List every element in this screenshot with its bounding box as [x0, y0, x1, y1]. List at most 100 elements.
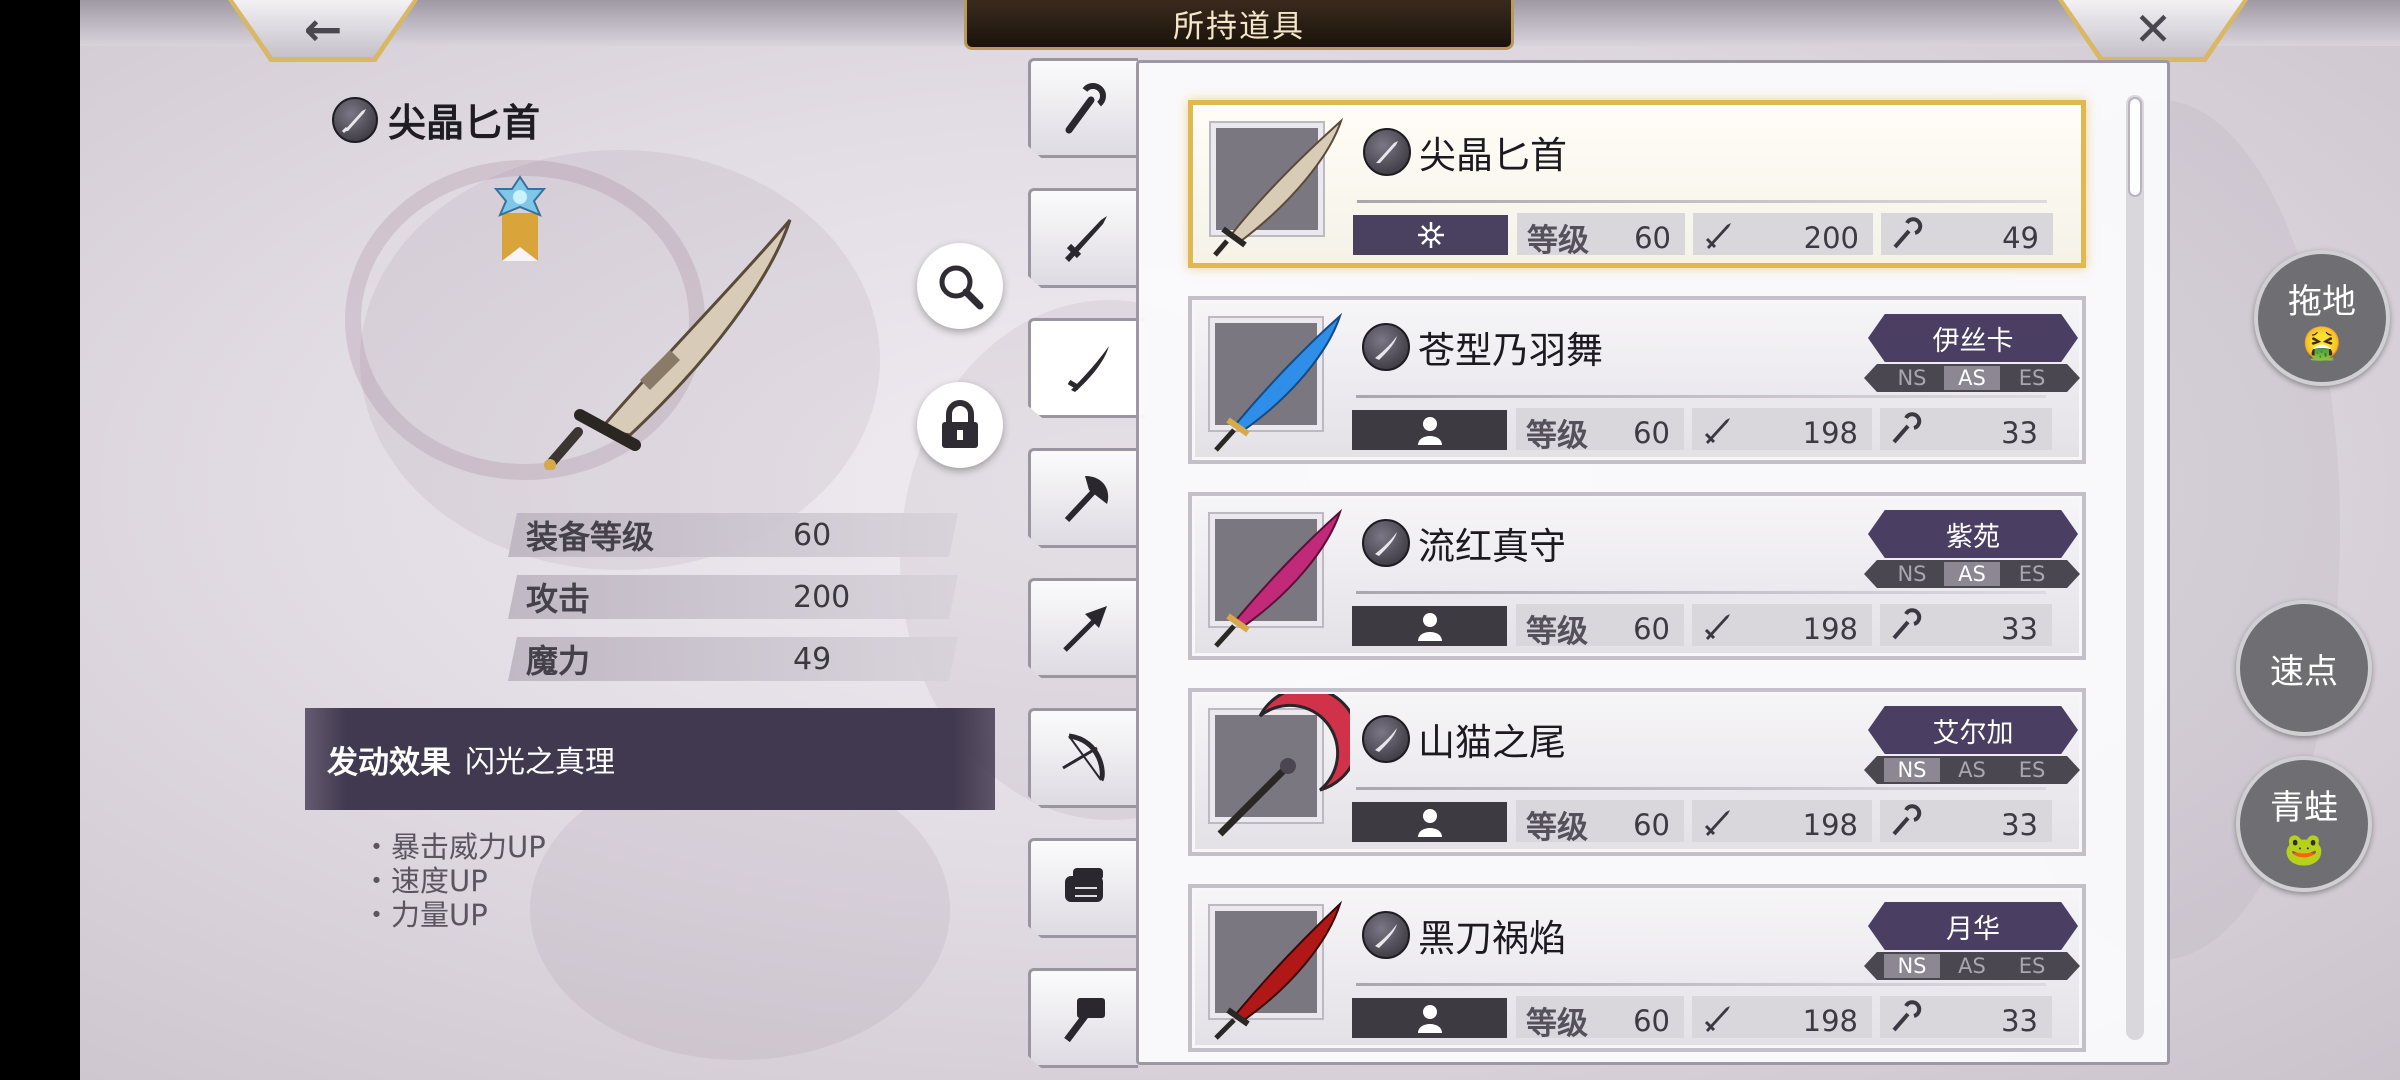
- level-label: 等级: [1527, 223, 1589, 259]
- effect-list-item: ・速度UP: [362, 864, 488, 898]
- tab-hammer[interactable]: [1028, 968, 1138, 1068]
- katana-icon: [1362, 715, 1410, 763]
- tab-bow[interactable]: [1028, 708, 1138, 808]
- katana-icon: [1362, 323, 1410, 371]
- style-as: AS: [1958, 954, 1986, 978]
- level-box: 等级 60: [1517, 213, 1685, 259]
- attack-box: 198: [1692, 996, 1872, 1038]
- magic-staff-icon: [1892, 804, 1922, 836]
- magic-staff-icon: [1893, 217, 1923, 249]
- divider: [1356, 395, 2046, 398]
- unit-badge: [1352, 802, 1507, 842]
- person-icon: [1417, 809, 1442, 837]
- weapon-artwork: [544, 219, 792, 470]
- magic-value: 33: [2001, 808, 2038, 842]
- scrollbar-thumb[interactable]: [2128, 97, 2142, 197]
- zoom-button[interactable]: [917, 243, 1003, 329]
- axe-icon: [1064, 476, 1108, 523]
- tab-spear[interactable]: [1028, 578, 1138, 678]
- tab-axe[interactable]: [1028, 448, 1138, 548]
- divider: [1356, 787, 2046, 790]
- attack-value: 198: [1802, 612, 1858, 646]
- style-as: AS: [1958, 758, 1986, 782]
- level-value: 60: [1634, 221, 1671, 255]
- item-name: 山猫之尾: [1418, 721, 1566, 764]
- unit-badge: [1352, 998, 1507, 1038]
- style-es: ES: [2018, 954, 2046, 978]
- unit-badge: [1352, 410, 1507, 450]
- attack-box: 198: [1692, 604, 1872, 646]
- weapon-thumbnail-art: [1214, 312, 1343, 452]
- style-es: ES: [2018, 562, 2046, 586]
- stat-row-attack: 攻击 200: [508, 575, 958, 619]
- level-label: 等级: [1526, 810, 1588, 846]
- divider: [1357, 200, 2047, 203]
- owner-name: 伊丝卡: [1932, 325, 2014, 357]
- nauseated-face-icon: 🤮: [2302, 323, 2342, 362]
- weapon-thumbnail-art: [1217, 694, 1350, 837]
- effect-label: 发动效果: [327, 744, 451, 781]
- tab-staff[interactable]: [1028, 58, 1138, 158]
- style-indicator: NS AS ES: [1864, 756, 2080, 784]
- stat-label: 装备等级: [526, 518, 655, 556]
- magic-box: 33: [1880, 800, 2052, 842]
- weapon-thumbnail-art: [1213, 117, 1344, 257]
- magic-staff-icon: [1892, 608, 1922, 640]
- magnifier-icon: [939, 265, 984, 310]
- item-name: 苍型乃羽舞: [1418, 329, 1603, 372]
- sword-icon: [1064, 216, 1107, 262]
- weapon-thumbnail-art: [1214, 900, 1343, 1040]
- hammer-icon: [1063, 998, 1105, 1043]
- screen-title: 所持道具: [1173, 9, 1305, 45]
- katana-icon: [1067, 346, 1109, 392]
- owner-name: 紫苑: [1946, 521, 2000, 553]
- owner-name: 月华: [1946, 913, 2000, 945]
- item-name-row: 山猫之尾: [1362, 712, 1566, 766]
- item-card[interactable]: 苍型乃羽舞 伊丝卡 NS AS ES 等级 60 198 33: [1188, 296, 2086, 464]
- item-card[interactable]: 黑刀祸焰 月华 NS AS ES 等级 60 198 33: [1188, 884, 2086, 1052]
- lock-button[interactable]: [917, 382, 1003, 468]
- divider: [1356, 983, 2046, 986]
- magic-value: 33: [2001, 612, 2038, 646]
- scrollbar-track[interactable]: [2126, 95, 2144, 1040]
- level-value: 60: [1633, 416, 1670, 450]
- float-button-label: 拖地: [2288, 281, 2356, 322]
- attack-sword-icon: [1704, 418, 1730, 444]
- item-name-row: 黑刀祸焰: [1362, 908, 1566, 962]
- effect-list: ・暴击威力UP ・速度UP ・力量UP: [362, 830, 546, 932]
- person-icon: [1417, 1005, 1442, 1033]
- level-label: 等级: [1526, 418, 1588, 454]
- owner-badge: 紫苑: [1868, 510, 2078, 558]
- item-name: 尖晶匕首: [1419, 134, 1567, 177]
- owner-badge: 月华: [1868, 902, 2078, 950]
- item-card[interactable]: 尖晶匕首 等级 60 200 49: [1188, 100, 2086, 268]
- magic-value: 49: [2002, 221, 2039, 255]
- divider: [1356, 591, 2046, 594]
- attack-box: 198: [1692, 800, 1872, 842]
- frog-icon: 🐸: [2284, 829, 2324, 868]
- float-button-quick-tap[interactable]: 速点: [2236, 600, 2372, 736]
- tab-sword[interactable]: [1028, 188, 1138, 288]
- item-name-row: 尖晶匕首: [1363, 125, 1567, 179]
- style-ns: NS: [1884, 758, 1940, 782]
- item-card[interactable]: 山猫之尾 艾尔加 NS AS ES 等级 60 198 33: [1188, 688, 2086, 856]
- magic-box: 33: [1880, 604, 2052, 646]
- stat-row-magic: 魔力 49: [508, 637, 958, 681]
- style-ns: NS: [1884, 954, 1940, 978]
- attack-box: 200: [1693, 213, 1873, 255]
- style-as: AS: [1944, 366, 2000, 390]
- float-button-mop[interactable]: 拖地 🤮: [2254, 250, 2390, 386]
- level-value: 60: [1633, 1004, 1670, 1038]
- effect-list-item: ・力量UP: [362, 898, 488, 932]
- float-button-frog[interactable]: 青蛙 🐸: [2236, 756, 2372, 892]
- effect-name: 闪光之真理: [465, 745, 615, 780]
- lock-icon: [942, 400, 978, 448]
- stat-label: 魔力: [526, 642, 591, 680]
- tab-katana[interactable]: [1028, 318, 1146, 418]
- attack-sword-icon: [1704, 1006, 1730, 1032]
- attack-sword-icon: [1704, 614, 1730, 640]
- katana-icon: [1362, 519, 1410, 567]
- tab-fist[interactable]: [1028, 838, 1138, 938]
- item-card[interactable]: 流红真守 紫苑 NS AS ES 等级 60 198 33: [1188, 492, 2086, 660]
- item-name: 黑刀祸焰: [1418, 917, 1566, 960]
